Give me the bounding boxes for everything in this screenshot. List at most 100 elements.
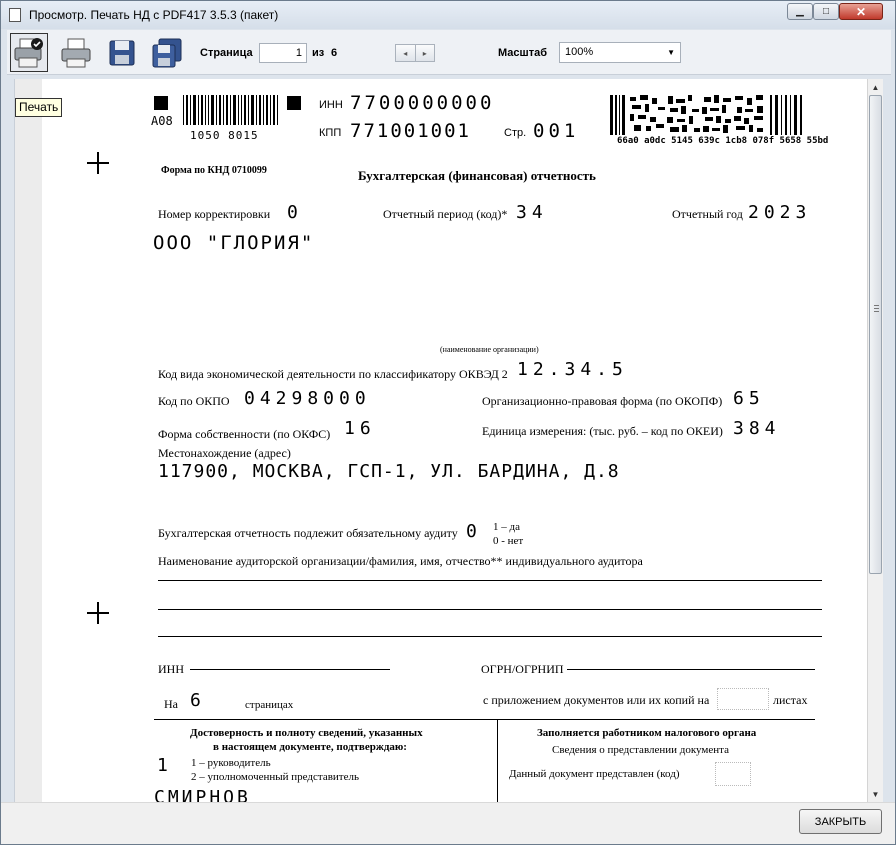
next-page-button[interactable]: ▸ <box>416 45 435 61</box>
okpo-value: 04298000 <box>244 388 371 409</box>
address-label: Местонахождение (адрес) <box>158 446 291 460</box>
prev-page-button[interactable]: ◂ <box>396 45 416 61</box>
inn-label: ИНН <box>319 99 343 111</box>
save-disk-icon <box>109 40 135 65</box>
alignment-marker <box>287 96 301 110</box>
scrollbar-thumb[interactable] <box>869 95 882 574</box>
auditor-line <box>158 609 822 610</box>
printer-icon <box>61 38 91 67</box>
pages-label: страницах <box>245 699 294 711</box>
sheets-label: листах <box>773 693 808 707</box>
print-button[interactable] <box>57 33 95 72</box>
corner-cross-mark <box>87 602 109 624</box>
signer-option-1: 1 – руководитель <box>191 757 271 769</box>
print-tooltip: Печать <box>15 98 63 117</box>
audit-option-no: 0 - нет <box>493 535 524 547</box>
signer-option-2: 2 – уполномоченный представитель <box>191 771 360 783</box>
audit-value: 0 <box>466 521 477 542</box>
print-setup-button[interactable] <box>10 33 48 72</box>
okopf-value: 65 <box>733 388 765 409</box>
correction-label: Номер корректировки <box>158 207 271 221</box>
pdf417-hash: 66a0 a0dc 5145 639c 1cb8 078f 5658 55bd <box>617 136 829 146</box>
signer-name: СМИРНОВ <box>154 787 251 802</box>
year-label: Отчетный год <box>672 207 743 221</box>
audit-option-yes: 1 – да <box>493 521 520 533</box>
minimize-button[interactable]: ▁ <box>787 3 813 20</box>
okopf-label: Организационно-правовая форма (по ОКОПФ) <box>482 394 723 408</box>
kpp-label: КПП <box>319 127 342 139</box>
vertical-scrollbar[interactable]: ▲ ▼ <box>867 79 883 802</box>
year-value: 2023 <box>748 202 812 223</box>
ogrn-label: ОГРН/ОГРНИП <box>481 662 564 676</box>
page-left-margin <box>15 79 42 802</box>
signer-type-value: 1 <box>157 755 168 776</box>
save-all-disks-icon <box>152 38 182 67</box>
close-window-button[interactable]: ✕ <box>839 3 883 20</box>
inn2-line <box>190 669 390 670</box>
organization-name: ООО "ГЛОРИЯ" <box>153 232 315 254</box>
inn-value: 7700000000 <box>350 92 495 114</box>
barcode-digits: 1050 8015 <box>190 129 259 142</box>
column-divider <box>497 719 498 802</box>
document-viewport[interactable]: А08 1050 8015 ИНН 7700000000 КПП 7710010… <box>14 79 867 802</box>
okei-label: Единица измерения: (тыс. руб. – код по О… <box>482 424 723 438</box>
inn2-label: ИНН <box>158 662 184 676</box>
document-icon <box>9 8 21 22</box>
page-label: Страница <box>200 47 253 59</box>
address-value: 117900, МОСКВА, ГСП-1, УЛ. БАРДИНА, Д.8 <box>158 461 620 482</box>
toolbar: Страница 1 из 6 ◂ ▸ Масштаб 100% ▼ <box>7 30 891 75</box>
pages-value: 6 <box>190 690 201 711</box>
page-total: 6 <box>331 47 338 59</box>
auditor-line <box>158 580 822 581</box>
confirm-heading-line2: в настоящем документе, подтверждаю: <box>213 741 407 753</box>
period-value: 34 <box>516 202 548 223</box>
attachments-sheets-field <box>717 688 769 710</box>
tax-authority-heading: Заполняется работником налогового органа <box>537 727 757 739</box>
corner-cross-mark <box>87 152 109 174</box>
alignment-marker <box>154 96 168 110</box>
zoom-select[interactable]: 100% ▼ <box>559 42 681 63</box>
print-setup-icon <box>14 37 43 67</box>
barcode-graphic <box>183 95 278 125</box>
save-all-button[interactable] <box>148 33 186 72</box>
save-button[interactable] <box>103 33 141 72</box>
okfs-value: 16 <box>344 418 376 439</box>
close-button[interactable]: ЗАКРЫТЬ <box>799 809 882 834</box>
form-knd-label: Форма по КНД 0710099 <box>161 165 267 176</box>
ogrn-line <box>567 669 815 670</box>
pages-prefix: На <box>164 697 178 711</box>
page-of-label: из <box>312 47 325 59</box>
audit-label: Бухгалтерская отчетность подлежит обязат… <box>158 526 458 540</box>
organization-caption: (наименование организации) <box>440 345 539 354</box>
tax-authority-subheading: Сведения о представлении документа <box>552 744 729 756</box>
zoom-value: 100% <box>565 46 594 58</box>
title-bar: Просмотр. Печать НД с PDF417 3.5.3 (паке… <box>1 1 895 29</box>
print-preview-window: Просмотр. Печать НД с PDF417 3.5.3 (паке… <box>0 0 896 845</box>
form-code: А08 <box>151 114 173 128</box>
page-nav: ◂ ▸ <box>395 44 435 62</box>
okpo-label: Код по ОКПО <box>158 394 230 408</box>
tax-document-code-field <box>715 762 751 786</box>
bottom-bar: ЗАКРЫТЬ <box>1 802 895 844</box>
okved-value: 12.34.5 <box>517 359 628 380</box>
chevron-down-icon: ▼ <box>667 48 675 57</box>
tax-document-code-label: Данный документ представлен (код) <box>509 768 680 780</box>
page-str-value: 001 <box>533 120 580 142</box>
okved-label: Код вида экономической деятельности по к… <box>158 367 508 381</box>
page-number-input[interactable]: 1 <box>259 43 307 63</box>
window-title: Просмотр. Печать НД с PDF417 3.5.3 (паке… <box>29 8 279 22</box>
scroll-down-button[interactable]: ▼ <box>868 786 883 802</box>
kpp-value: 771001001 <box>350 120 471 142</box>
period-label: Отчетный период (код)* <box>383 207 508 221</box>
document-heading: Бухгалтерская (финансовая) отчетность <box>358 168 596 183</box>
attachments-label: с приложением документов или их копий на <box>483 693 710 707</box>
auditor-label: Наименование аудиторской организации/фам… <box>158 554 643 568</box>
okfs-label: Форма собственности (по ОКФС) <box>158 427 331 441</box>
scroll-up-button[interactable]: ▲ <box>868 79 883 95</box>
zoom-label: Масштаб <box>498 47 548 59</box>
auditor-line <box>158 636 822 637</box>
maximize-button[interactable]: □ <box>813 3 839 20</box>
page-str-label: Стр. <box>504 127 527 139</box>
pdf417-barcode <box>610 95 802 135</box>
okei-value: 384 <box>733 418 781 439</box>
